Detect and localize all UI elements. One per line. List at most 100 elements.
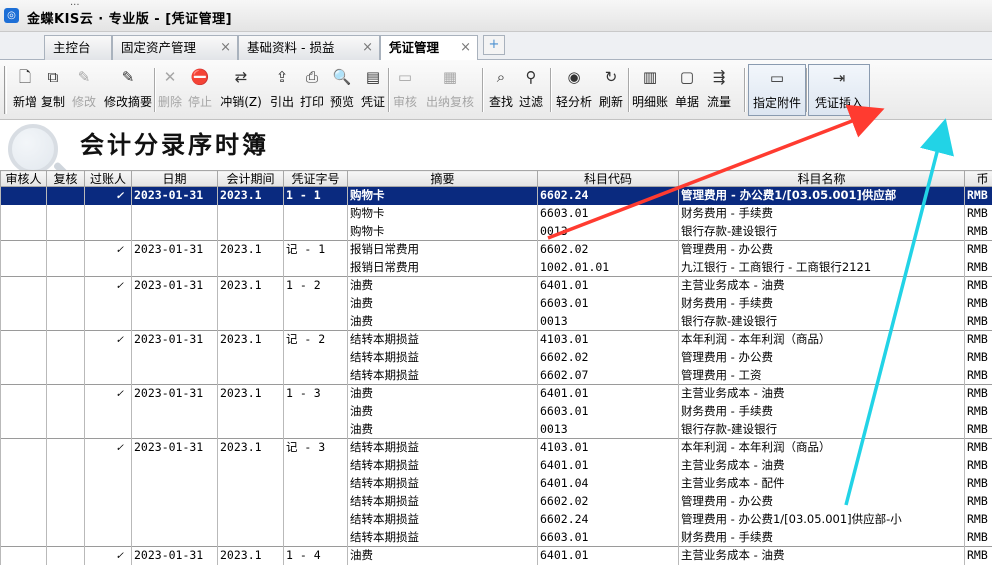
table-row[interactable]: ✓ 2023-01-31 2023.1 1 - 1 购物卡 6602.24 管理费用 - 办… — [0, 186, 992, 205]
cell-summary: 结转本期损益 — [347, 456, 538, 475]
edit-summary-button[interactable]: ✎ 修改摘要 — [102, 64, 154, 116]
table-row[interactable]: ✓ 2023-01-31 2023.1 记 - 1 报销日常费用 6602.02 管理费用 … — [0, 240, 992, 259]
tab-voucher-management[interactable]: 凭证管理 × — [380, 35, 478, 61]
ledger-button[interactable]: ▥ 明细账 — [630, 64, 670, 116]
column-header[interactable]: 审核人 — [0, 170, 47, 187]
table-row[interactable]: ✓ 2023-01-31 2023.1 1 - 4 油费 6401.01 主营业务成本 - … — [0, 546, 992, 565]
export-icon: ⇪ — [275, 68, 289, 86]
cell-name: 财务费用 - 手续费 — [678, 402, 965, 421]
column-header[interactable]: 摘要 — [347, 170, 538, 187]
analysis-button[interactable]: ◉ 轻分析 — [554, 64, 594, 116]
toolbar-button-label: 流量 — [706, 95, 731, 109]
table-row[interactable]: ✓ 2023-01-31 2023.1 1 - 3 油费 6401.01 主营业务成本 - … — [0, 384, 992, 403]
column-header[interactable]: 复核 — [46, 170, 85, 187]
cell-code: 6602.24 — [537, 186, 679, 205]
cell-name: 管理费用 - 办公费1/[03.05.001]供应部-小 — [678, 510, 965, 529]
voucher-button[interactable]: ▤ 凭证 — [358, 64, 388, 116]
copy-button[interactable]: ⧉ 复制 — [40, 64, 66, 116]
cell-posted — [84, 204, 132, 223]
table-row[interactable]: 结转本期损益 6602.24 管理费用 - 办公费1/[03.05.001]供应部-… — [0, 510, 992, 529]
app-logo-icon: ◎ — [4, 8, 19, 23]
tab-fixed-assets[interactable]: 固定资产管理 × — [112, 35, 238, 60]
toolbar-button-label: 冲销(Z) — [220, 95, 262, 109]
table-row[interactable]: 油费 0013 银行存款-建设银行 RMB — [0, 312, 992, 331]
add-tab-button[interactable]: + — [483, 35, 505, 55]
document-icon: ▢ — [679, 68, 695, 86]
cell-summary: 油费 — [347, 276, 538, 295]
table-row[interactable]: 结转本期损益 6401.01 主营业务成本 - 油费 RMB — [0, 456, 992, 475]
close-icon[interactable]: × — [362, 36, 373, 59]
edit-button[interactable]: ✎ 修改 — [70, 64, 98, 116]
table-row[interactable]: 结转本期损益 6602.02 管理费用 - 办公费 RMB — [0, 492, 992, 511]
cell-name: 银行存款-建设银行 — [678, 312, 965, 331]
cell-posted: ✓ — [84, 186, 132, 205]
cell-period — [217, 492, 284, 511]
table-row[interactable]: 结转本期损益 6603.01 财务费用 - 手续费 RMB — [0, 528, 992, 547]
column-header[interactable]: 过账人 — [84, 170, 132, 187]
column-header[interactable]: 科目代码 — [537, 170, 679, 187]
table-row[interactable]: 结转本期损益 6602.07 管理费用 - 工资 RMB — [0, 366, 992, 385]
stop-button[interactable]: ⛔ 停止 — [186, 64, 214, 116]
journal-table-container[interactable]: 审核人 复核 过账人 日期 会计期间 凭证字号 摘要 科目代码 科目名称 币 ✓… — [0, 170, 992, 577]
tab-label: 基础资料 - 损益 — [247, 40, 335, 55]
cell-code: 6603.01 — [537, 294, 679, 313]
table-row[interactable]: 油费 6603.01 财务费用 - 手续费 RMB — [0, 294, 992, 313]
cell-period: 2023.1 — [217, 276, 284, 295]
cell-empty — [0, 240, 47, 259]
table-row[interactable]: 结转本期损益 6401.04 主营业务成本 - 配件 RMB — [0, 474, 992, 493]
column-header[interactable]: 币 — [964, 170, 992, 187]
find-button[interactable]: ⌕ 查找 — [486, 64, 516, 116]
cell-currency: RMB — [964, 240, 992, 259]
cell-empty — [0, 294, 47, 313]
table-row[interactable]: 油费 6603.01 财务费用 - 手续费 RMB — [0, 402, 992, 421]
flow-button[interactable]: ⇶ 流量 — [704, 64, 734, 116]
cell-name: 管理费用 - 办公费 — [678, 492, 965, 511]
table-row[interactable]: 结转本期损益 6602.02 管理费用 - 办公费 RMB — [0, 348, 992, 367]
tab-basic-data[interactable]: 基础资料 - 损益 × — [238, 35, 380, 60]
table-row[interactable]: 购物卡 0013 银行存款-建设银行 RMB — [0, 222, 992, 241]
export-button[interactable]: ⇪ 引出 — [268, 64, 296, 116]
tab-dashboard[interactable]: 主控台 — [44, 35, 112, 60]
table-row[interactable]: 油费 0013 银行存款-建设银行 RMB — [0, 420, 992, 439]
cell-period — [217, 222, 284, 241]
cell-empty — [0, 330, 47, 349]
preview-button[interactable]: 🔍 预览 — [328, 64, 356, 116]
toolbar-separator — [482, 68, 484, 112]
close-icon[interactable]: × — [460, 36, 471, 59]
cell-empty — [0, 222, 47, 241]
column-header[interactable]: 科目名称 — [678, 170, 965, 187]
table-row[interactable]: ✓ 2023-01-31 2023.1 记 - 3 结转本期损益 4103.01 本年利润 … — [0, 438, 992, 457]
cell-code: 0013 — [537, 222, 679, 241]
close-icon[interactable]: × — [220, 36, 231, 59]
table-row[interactable]: ✓ 2023-01-31 2023.1 1 - 2 油费 6401.01 主营业务成本 - … — [0, 276, 992, 295]
cell-empty — [46, 528, 85, 547]
attachment-button[interactable]: ▭ 指定附件 — [748, 64, 806, 116]
journal-table: 审核人 复核 过账人 日期 会计期间 凭证字号 摘要 科目代码 科目名称 币 ✓… — [0, 170, 992, 565]
table-row[interactable]: 报销日常费用 1002.01.01 九江银行 - 工商银行 - 工商银行2121 RM… — [0, 258, 992, 277]
column-header[interactable]: 日期 — [131, 170, 218, 187]
cell-date: 2023-01-31 — [131, 186, 218, 205]
table-row[interactable]: 购物卡 6603.01 财务费用 - 手续费 RMB — [0, 204, 992, 223]
column-header[interactable]: 凭证字号 — [283, 170, 348, 187]
column-header[interactable]: 会计期间 — [217, 170, 284, 187]
delete-button[interactable]: ✕ 删除 — [156, 64, 184, 116]
table-row[interactable]: ✓ 2023-01-31 2023.1 记 - 2 结转本期损益 4103.01 本年利润 … — [0, 330, 992, 349]
cell-date — [131, 402, 218, 421]
insert-voucher-button[interactable]: ⇥ 凭证插入 — [808, 64, 870, 116]
cell-voucher — [283, 492, 348, 511]
cell-voucher — [283, 456, 348, 475]
new-doc-button[interactable]: 🗋 新增 — [12, 64, 38, 116]
document-button[interactable]: ▢ 单据 — [672, 64, 702, 116]
cashier-review-button[interactable]: ▦ 出纳复核 — [422, 64, 478, 116]
edit-icon: ✎ — [77, 68, 91, 86]
cell-empty — [0, 438, 47, 457]
cashier-review-icon: ▦ — [442, 68, 458, 86]
audit-button[interactable]: ▭ 审核 — [390, 64, 420, 116]
cell-currency: RMB — [964, 474, 992, 493]
refresh-button[interactable]: ↻ 刷新 — [596, 64, 626, 116]
print-button[interactable]: ⎙ 打印 — [298, 64, 326, 116]
cell-currency: RMB — [964, 204, 992, 223]
reverse-button[interactable]: ⇄ 冲销(Z) — [216, 64, 266, 116]
filter-button[interactable]: ⚲ 过滤 — [516, 64, 546, 116]
cell-period — [217, 312, 284, 331]
